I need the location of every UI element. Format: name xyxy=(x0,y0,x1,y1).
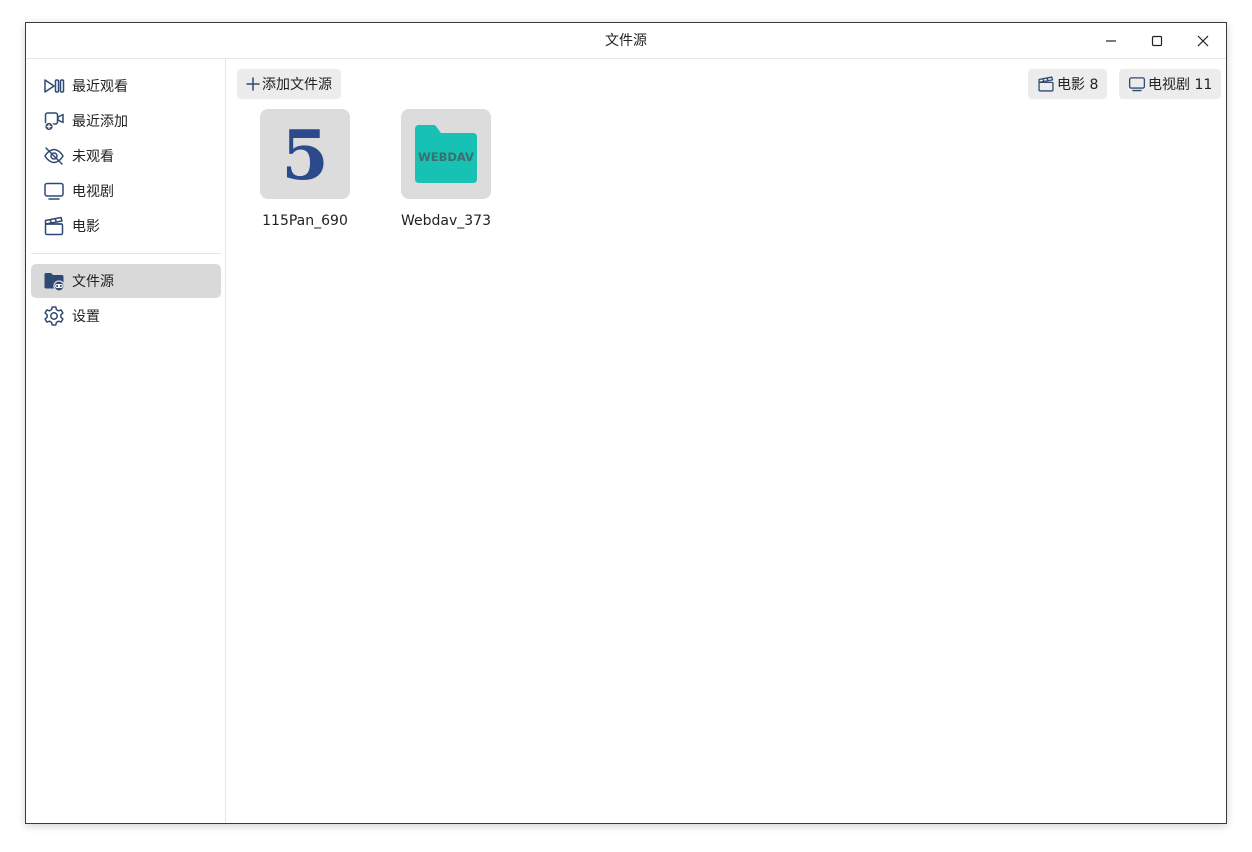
title-bar[interactable]: 文件源 xyxy=(26,23,1226,59)
add-source-button[interactable]: 添加文件源 xyxy=(237,69,341,99)
source-name: 115Pan_690 xyxy=(262,213,348,229)
115-logo-text: 5 xyxy=(281,119,328,189)
movies-count-label: 电影 8 xyxy=(1057,77,1099,93)
webdav-folder-icon: WEBDAV xyxy=(415,125,477,183)
sidebar-item-movies[interactable]: 电影 xyxy=(31,209,221,243)
sidebar-item-recent-added[interactable]: 最近添加 xyxy=(31,104,221,138)
source-thumbnail: 5 xyxy=(260,109,350,199)
source-tile-115pan[interactable]: 5 115Pan_690 xyxy=(245,109,365,229)
sidebar-item-label: 设置 xyxy=(72,309,100,325)
sidebar-item-recent-watched[interactable]: 最近观看 xyxy=(31,69,221,103)
tv-icon xyxy=(43,180,65,202)
tv-count-label: 电视剧 11 xyxy=(1148,77,1213,93)
recent-add-icon xyxy=(43,110,65,132)
clapperboard-icon xyxy=(43,215,65,237)
source-name: Webdav_373 xyxy=(401,213,491,229)
tv-count-button[interactable]: 电视剧 11 xyxy=(1119,69,1222,99)
maximize-button[interactable] xyxy=(1134,23,1180,59)
close-button[interactable] xyxy=(1180,23,1226,59)
eye-off-icon xyxy=(43,145,65,167)
tv-icon xyxy=(1128,75,1146,93)
folder-link-icon xyxy=(43,270,65,292)
close-icon xyxy=(1197,35,1209,47)
sidebar: 最近观看 最近添加 未观看 电视剧 电影 文件源 设置 xyxy=(26,59,226,823)
source-tile-webdav[interactable]: WEBDAV Webdav_373 xyxy=(386,109,506,229)
source-thumbnail: WEBDAV xyxy=(401,109,491,199)
clapperboard-icon xyxy=(1037,75,1055,93)
sidebar-divider xyxy=(31,253,221,254)
sidebar-item-label: 文件源 xyxy=(72,274,114,290)
sidebar-item-label: 最近观看 xyxy=(72,79,128,95)
maximize-icon xyxy=(1151,35,1163,47)
115-logo-icon: 5 xyxy=(281,119,328,189)
movies-count-button[interactable]: 电影 8 xyxy=(1028,69,1108,99)
sidebar-item-label: 最近添加 xyxy=(72,114,128,130)
sidebar-item-unwatched[interactable]: 未观看 xyxy=(31,139,221,173)
main-content: 添加文件源 电影 8 电视剧 11 5 115Pan_690 WEBDAV We… xyxy=(227,59,1226,823)
gear-icon xyxy=(43,305,65,327)
minimize-button[interactable] xyxy=(1088,23,1134,59)
minimize-icon xyxy=(1106,40,1116,42)
webdav-logo-text: WEBDAV xyxy=(418,150,474,164)
sidebar-item-tv[interactable]: 电视剧 xyxy=(31,174,221,208)
window-title: 文件源 xyxy=(605,33,647,49)
sidebar-item-settings[interactable]: 设置 xyxy=(31,299,221,333)
recent-play-icon xyxy=(43,75,65,97)
sidebar-item-label: 电视剧 xyxy=(72,184,114,200)
add-source-label: 添加文件源 xyxy=(262,77,332,93)
app-window: 文件源 最近观看 最近添加 未观看 电视剧 电影 文件源 设置 添加文件源 电影… xyxy=(25,22,1227,824)
sidebar-item-label: 未观看 xyxy=(72,149,114,165)
sidebar-item-file-sources[interactable]: 文件源 xyxy=(31,264,221,298)
plus-icon xyxy=(246,77,260,91)
sidebar-item-label: 电影 xyxy=(72,219,100,235)
